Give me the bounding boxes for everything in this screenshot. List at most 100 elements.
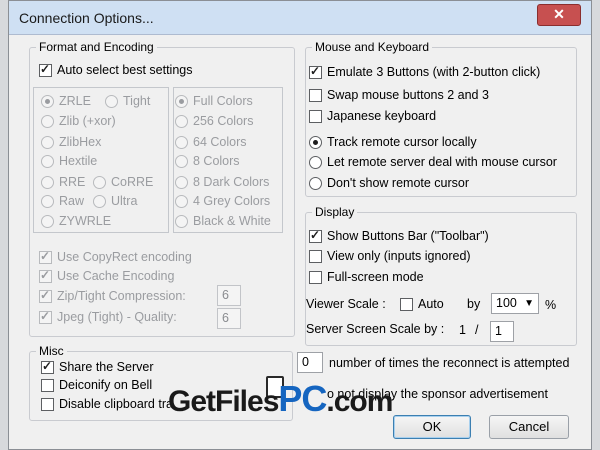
viewer-scale-select[interactable]: 100 ▼ xyxy=(491,293,539,314)
fullscreen-checkbox[interactable]: Full-screen mode xyxy=(309,270,424,284)
encoding-raw[interactable]: Raw xyxy=(41,194,84,208)
color-64[interactable]: 64 Colors xyxy=(175,135,247,149)
color-8-dark[interactable]: 8 Dark Colors xyxy=(175,175,269,189)
deiconify-label: Deiconify on Bell xyxy=(59,378,153,392)
radio-dot xyxy=(175,194,188,208)
reconnect-label: number of times the reconnect is attempt… xyxy=(329,356,570,370)
encoding-zywrle[interactable]: ZYWRLE xyxy=(41,214,111,228)
dont-show-cursor-radio[interactable]: Don't show remote cursor xyxy=(309,176,469,190)
color-label: 256 Colors xyxy=(193,114,254,128)
encoding-zlib[interactable]: Zlib (+xor) xyxy=(41,114,116,128)
checkbox-box xyxy=(309,88,322,102)
checkbox-box xyxy=(309,109,322,123)
radio-dot xyxy=(105,94,118,108)
auto-scale-checkbox[interactable]: Auto xyxy=(400,297,444,311)
japanese-keyboard-checkbox[interactable]: Japanese keyboard xyxy=(309,109,436,123)
ok-button[interactable]: OK xyxy=(393,415,471,439)
by-label: by xyxy=(467,297,481,311)
japanese-label: Japanese keyboard xyxy=(327,109,437,123)
checkbox-box xyxy=(400,297,413,311)
jpeg-quality-input[interactable]: 6 xyxy=(217,308,241,329)
checkbox-box xyxy=(41,378,54,392)
radio-dot xyxy=(309,176,322,190)
mouse-keyboard-title: Mouse and Keyboard xyxy=(312,40,433,54)
jpeg-quality-checkbox[interactable]: Jpeg (Tight) - Quality: xyxy=(39,309,177,324)
server-scale-input[interactable]: 1 xyxy=(490,321,514,342)
color-256[interactable]: 256 Colors xyxy=(175,114,253,128)
color-label: 64 Colors xyxy=(193,135,247,149)
encoding-label: Tight xyxy=(123,94,151,108)
encoding-zrle[interactable]: ZRLE xyxy=(41,94,91,108)
encoding-tight[interactable]: Tight xyxy=(105,94,150,108)
color-label: 8 Colors xyxy=(193,154,240,168)
radio-dot xyxy=(175,114,188,128)
swap-label: Swap mouse buttons 2 and 3 xyxy=(327,88,489,102)
format-encoding-title: Format and Encoding xyxy=(36,40,157,54)
disable-clipboard-checkbox[interactable]: Disable clipboard tra xyxy=(41,397,173,411)
checkbox-box xyxy=(39,249,52,264)
let-server-cursor-radio[interactable]: Let remote server deal with mouse cursor xyxy=(309,155,557,169)
checkbox-box xyxy=(39,62,52,77)
title-bar: Connection Options... ✕ xyxy=(9,1,591,35)
clipboard-label: Disable clipboard tra xyxy=(59,397,173,411)
zip-label: Zip/Tight Compression: xyxy=(57,289,186,303)
encoding-hextile[interactable]: Hextile xyxy=(41,154,97,168)
checkbox-box xyxy=(41,359,54,374)
copyrect-checkbox[interactable]: Use CopyRect encoding xyxy=(39,249,192,264)
radio-dot xyxy=(175,94,188,108)
view-only-checkbox[interactable]: View only (inputs ignored) xyxy=(309,249,471,263)
radio-dot xyxy=(41,114,54,128)
watermark-part2: PC xyxy=(278,378,327,419)
cache-label: Use Cache Encoding xyxy=(57,269,175,283)
cache-checkbox[interactable]: Use Cache Encoding xyxy=(39,268,175,283)
encoding-corre[interactable]: CoRRE xyxy=(93,175,153,189)
radio-dot xyxy=(41,135,54,149)
reconnect-count-input[interactable]: 0 xyxy=(297,352,323,373)
jpeg-label: Jpeg (Tight) - Quality: xyxy=(57,310,177,324)
checkbox-box xyxy=(309,249,322,263)
encoding-zlibhex[interactable]: ZlibHex xyxy=(41,135,101,149)
checkbox-box xyxy=(309,228,322,243)
track-cursor-radio[interactable]: Track remote cursor locally xyxy=(309,135,477,149)
server-scale-numerator: 1 xyxy=(459,323,466,337)
chevron-down-icon: ▼ xyxy=(524,298,534,309)
misc-title: Misc xyxy=(36,344,67,358)
color-label: 4 Grey Colors xyxy=(193,194,271,208)
zip-compression-input[interactable]: 6 xyxy=(217,285,241,306)
deiconify-checkbox[interactable]: Deiconify on Bell xyxy=(41,378,152,392)
cancel-button[interactable]: Cancel xyxy=(489,415,569,439)
color-full[interactable]: Full Colors xyxy=(175,94,253,108)
close-button[interactable]: ✕ xyxy=(537,4,581,26)
checkbox-box xyxy=(39,288,52,303)
fullscreen-label: Full-screen mode xyxy=(327,270,424,284)
checkbox-box xyxy=(309,64,322,79)
auto-label: Auto xyxy=(418,297,444,311)
show-toolbar-checkbox[interactable]: Show Buttons Bar ("Toolbar") xyxy=(309,228,489,243)
encoding-label: ZlibHex xyxy=(59,135,102,149)
radio-dot xyxy=(175,175,188,189)
radio-dot xyxy=(93,175,106,189)
scale-value: 100 xyxy=(496,296,517,310)
emulate-label: Emulate 3 Buttons (with 2-button click) xyxy=(327,65,541,79)
encoding-label: Hextile xyxy=(59,154,98,168)
radio-dot xyxy=(309,155,322,169)
auto-select-checkbox[interactable]: Auto select best settings xyxy=(39,62,193,77)
color-label: 8 Dark Colors xyxy=(193,175,270,189)
color-label: Black & White xyxy=(193,214,271,228)
server-scale-label: Server Screen Scale by : xyxy=(306,322,445,336)
share-server-checkbox[interactable]: Share the Server xyxy=(41,359,154,374)
color-4-grey[interactable]: 4 Grey Colors xyxy=(175,194,270,208)
color-8[interactable]: 8 Colors xyxy=(175,154,240,168)
encoding-ultra[interactable]: Ultra xyxy=(93,194,137,208)
encoding-rre[interactable]: RRE xyxy=(41,175,85,189)
swap-buttons-checkbox[interactable]: Swap mouse buttons 2 and 3 xyxy=(309,88,489,102)
auto-select-label: Auto select best settings xyxy=(57,63,193,77)
checkbox-box xyxy=(309,270,322,284)
encoding-label: Raw xyxy=(59,194,85,208)
radio-dot xyxy=(41,214,54,228)
zip-compression-checkbox[interactable]: Zip/Tight Compression: xyxy=(39,288,186,303)
encoding-label: RRE xyxy=(59,175,86,189)
color-black-white[interactable]: Black & White xyxy=(175,214,271,228)
emulate-3-buttons-checkbox[interactable]: Emulate 3 Buttons (with 2-button click) xyxy=(309,64,541,79)
track-label: Track remote cursor locally xyxy=(327,135,477,149)
